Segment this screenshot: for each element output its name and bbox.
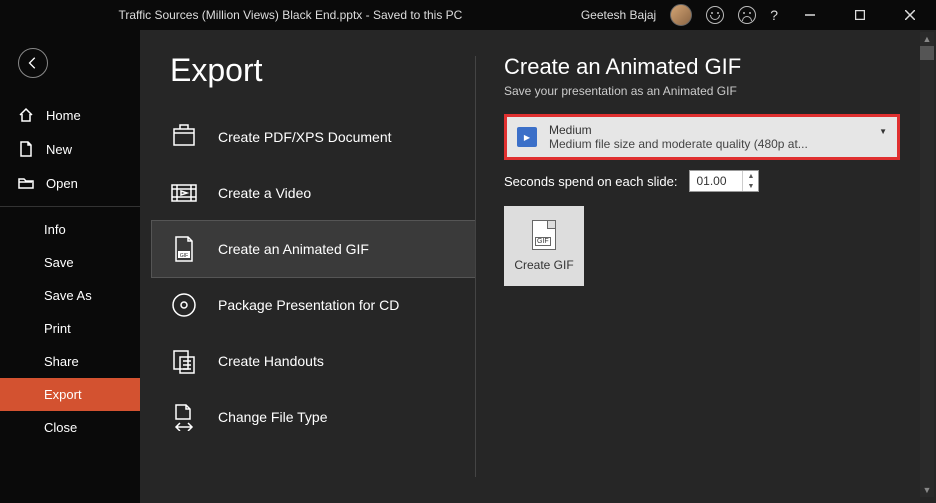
- quality-name: Medium: [549, 123, 887, 137]
- avatar[interactable]: [670, 4, 692, 26]
- back-button[interactable]: [18, 48, 48, 78]
- spinner-up[interactable]: ▲: [742, 171, 758, 181]
- document-title: Traffic Sources (Million Views) Black En…: [0, 8, 581, 22]
- nav-new[interactable]: New: [0, 132, 140, 166]
- seconds-input[interactable]: 01.00 ▲ ▼: [689, 170, 759, 192]
- maximize-button[interactable]: [842, 0, 878, 30]
- nav-label: Home: [46, 108, 81, 123]
- gif-icon: GIF: [170, 235, 198, 263]
- video-icon: [170, 179, 198, 207]
- svg-text:GIF: GIF: [180, 253, 188, 259]
- seconds-label: Seconds spend on each slide:: [504, 174, 677, 189]
- home-icon: [18, 107, 34, 123]
- nav-save-as[interactable]: Save As: [0, 279, 140, 312]
- chevron-down-icon: ▼: [879, 127, 887, 136]
- scroll-up-icon[interactable]: ▲: [920, 32, 934, 46]
- nav-save[interactable]: Save: [0, 246, 140, 279]
- export-label: Create a Video: [218, 185, 311, 201]
- export-filetype[interactable]: Change File Type: [152, 389, 475, 445]
- minimize-button[interactable]: [792, 0, 828, 30]
- export-label: Create an Animated GIF: [218, 241, 369, 257]
- quality-desc: Medium file size and moderate quality (4…: [549, 137, 887, 151]
- export-video[interactable]: Create a Video: [152, 165, 475, 221]
- page-title: Export: [140, 30, 475, 109]
- nav-print[interactable]: Print: [0, 312, 140, 345]
- export-label: Create Handouts: [218, 353, 324, 369]
- quality-icon: ▶: [517, 127, 537, 147]
- handouts-icon: [170, 347, 198, 375]
- filetype-icon: [170, 403, 198, 431]
- create-gif-button[interactable]: GIF Create GIF: [504, 206, 584, 286]
- spinner-down[interactable]: ▼: [742, 181, 758, 191]
- seconds-value: 01.00: [696, 174, 726, 188]
- export-label: Create PDF/XPS Document: [218, 129, 392, 145]
- feedback-sad-icon[interactable]: [738, 6, 756, 24]
- feedback-smile-icon[interactable]: [706, 6, 724, 24]
- create-label: Create GIF: [514, 258, 573, 272]
- pdf-icon: [170, 123, 198, 151]
- quality-dropdown[interactable]: ▶ Medium Medium file size and moderate q…: [504, 114, 900, 160]
- help-icon[interactable]: ?: [770, 7, 778, 23]
- export-label: Package Presentation for CD: [218, 297, 399, 313]
- nav-home[interactable]: Home: [0, 98, 140, 132]
- nav-close[interactable]: Close: [0, 411, 140, 444]
- scrollbar[interactable]: ▲ ▼: [920, 32, 934, 497]
- export-label: Change File Type: [218, 409, 327, 425]
- detail-subtitle: Save your presentation as an Animated GI…: [504, 84, 900, 98]
- nav-label: Open: [46, 176, 78, 191]
- nav-open[interactable]: Open: [0, 166, 140, 200]
- close-button[interactable]: [892, 0, 928, 30]
- nav-info[interactable]: Info: [0, 213, 140, 246]
- folder-open-icon: [18, 175, 34, 191]
- export-handouts[interactable]: Create Handouts: [152, 333, 475, 389]
- export-package[interactable]: Package Presentation for CD: [152, 277, 475, 333]
- nav-label: New: [46, 142, 72, 157]
- export-pdf[interactable]: Create PDF/XPS Document: [152, 109, 475, 165]
- export-gif[interactable]: GIF Create an Animated GIF: [152, 221, 475, 277]
- file-gif-icon: GIF: [532, 220, 556, 250]
- file-icon: [18, 141, 34, 157]
- scrollbar-thumb[interactable]: [920, 46, 934, 60]
- cd-icon: [170, 291, 198, 319]
- divider: [0, 206, 140, 207]
- scroll-down-icon[interactable]: ▼: [920, 483, 934, 497]
- nav-share[interactable]: Share: [0, 345, 140, 378]
- user-name: Geetesh Bajaj: [581, 8, 656, 22]
- detail-title: Create an Animated GIF: [504, 54, 900, 80]
- nav-export[interactable]: Export: [0, 378, 140, 411]
